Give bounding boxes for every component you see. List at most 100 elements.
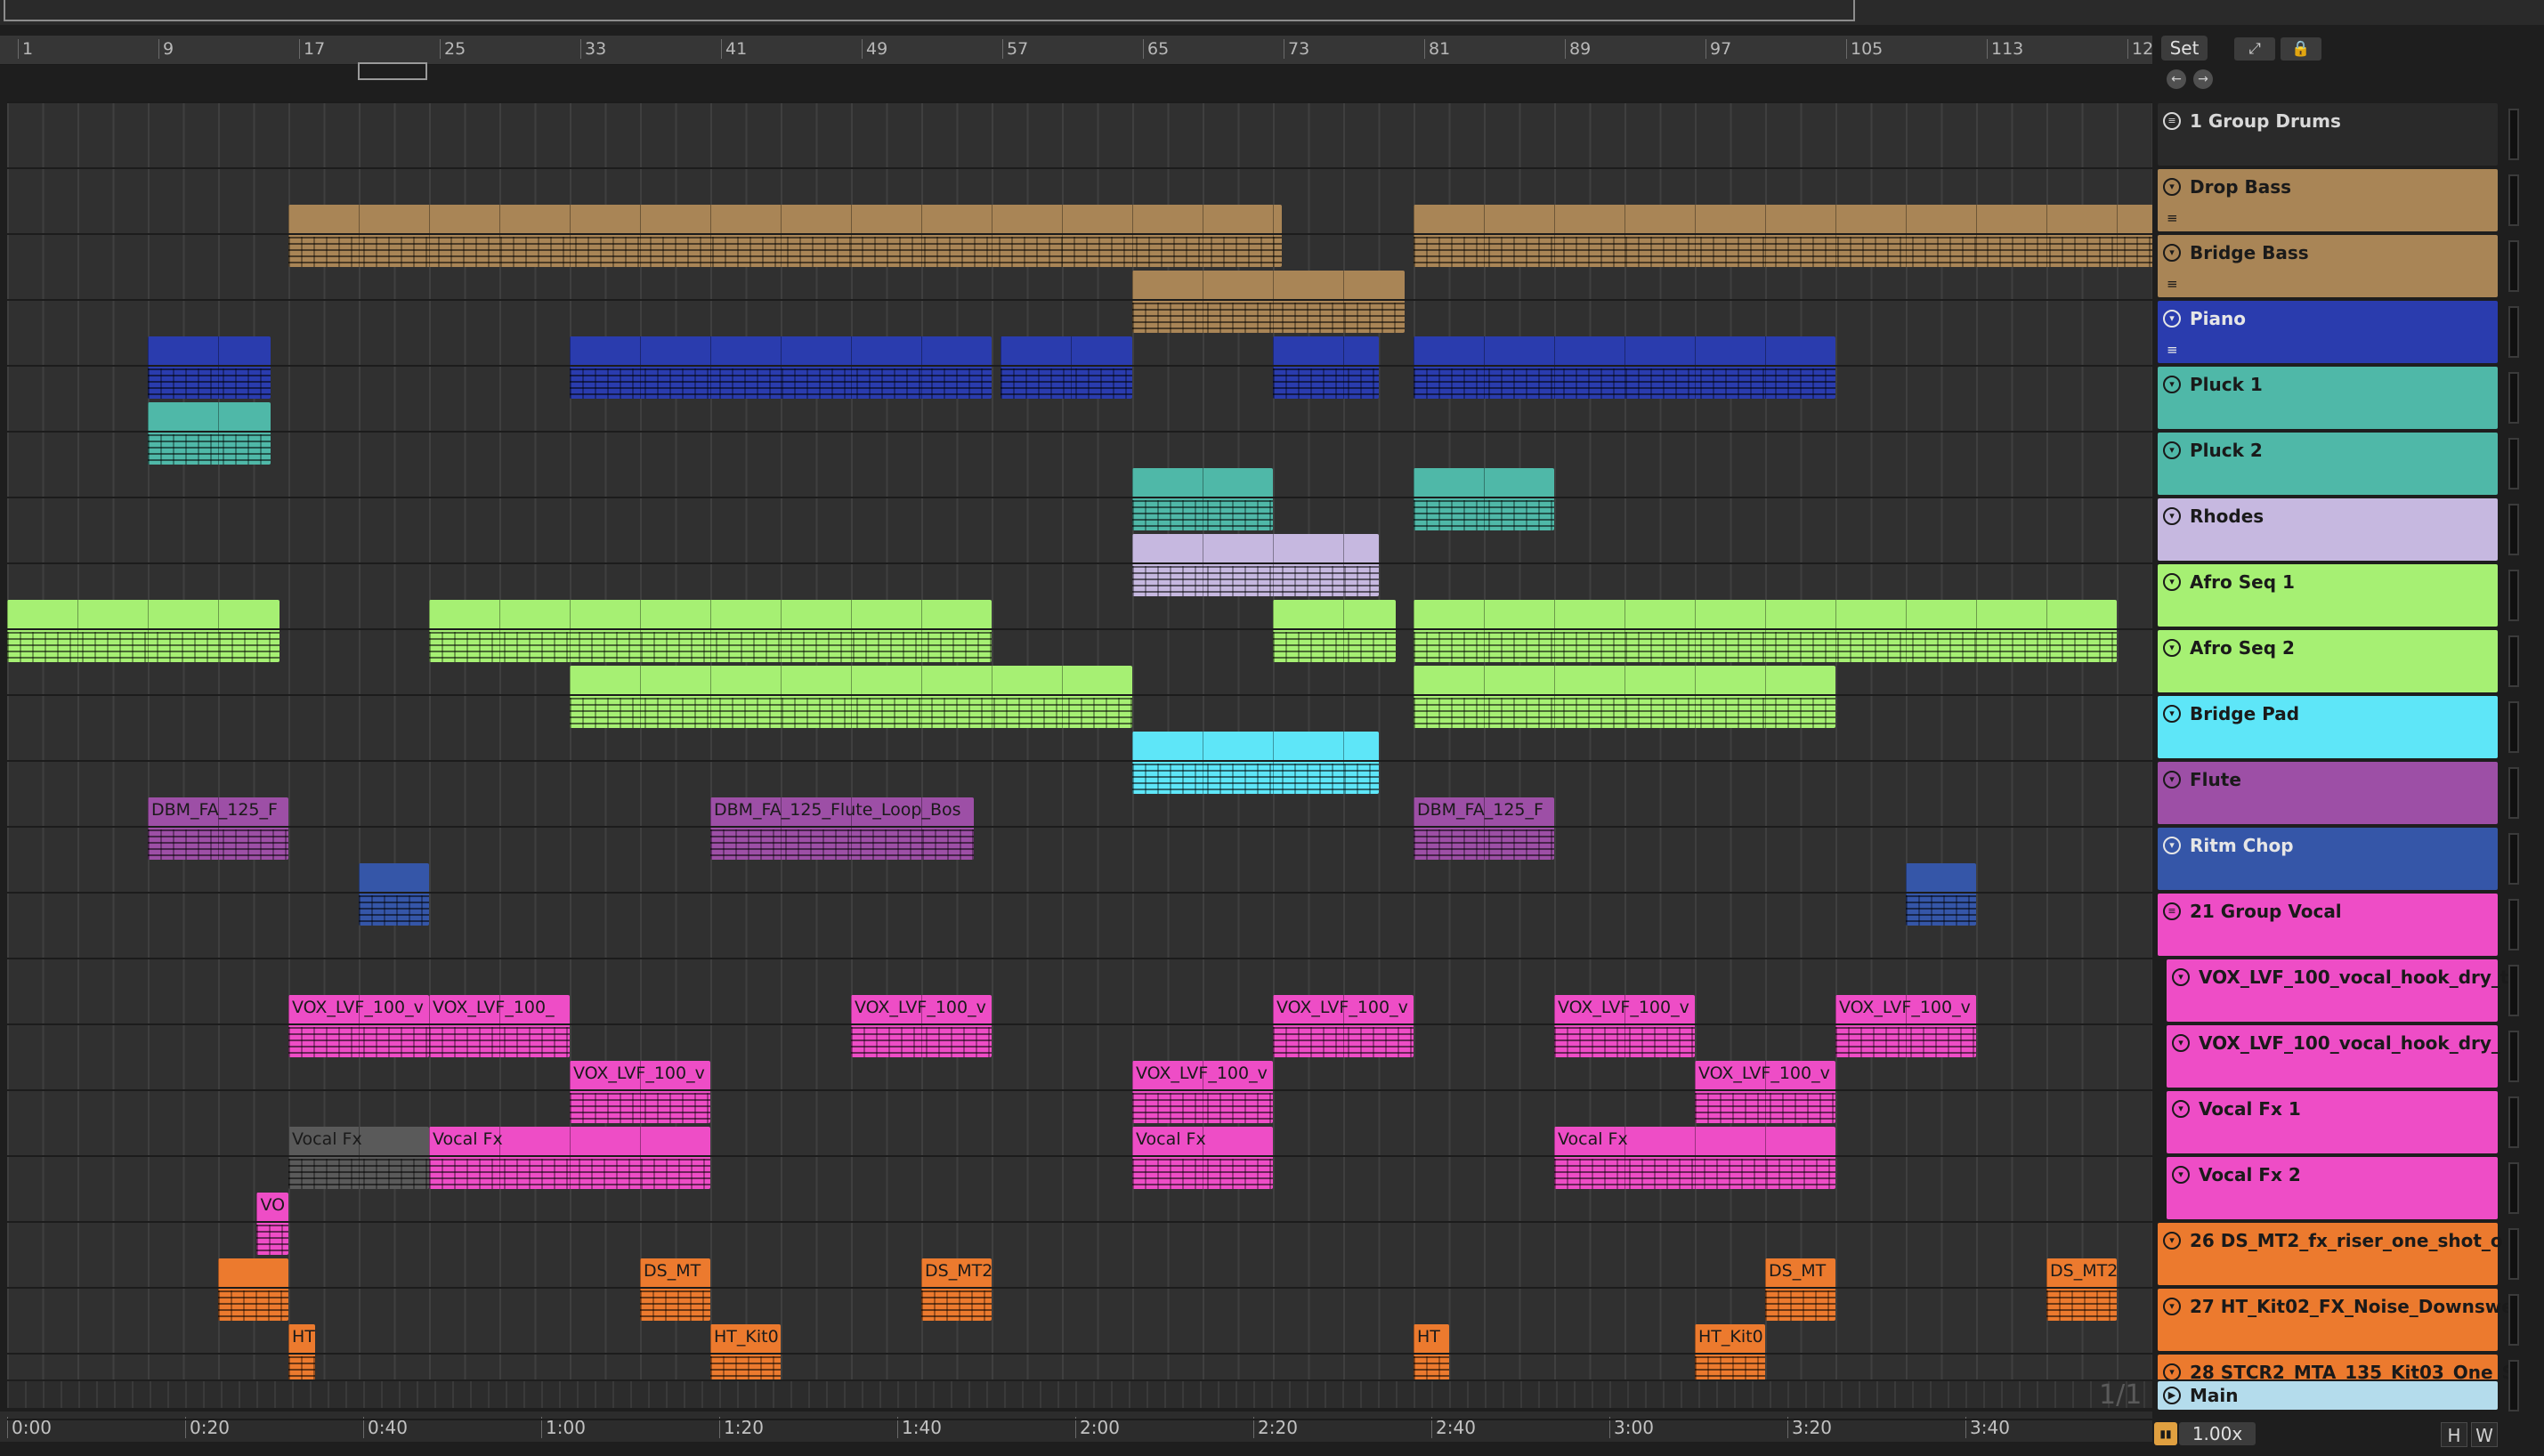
track-fold-icon[interactable]: ▾ (2163, 178, 2181, 196)
fold-arrangement-icon[interactable]: ⤢ (2234, 37, 2275, 61)
clip[interactable] (1273, 600, 1397, 662)
clip[interactable]: VOX_LVF_100_ (429, 995, 570, 1057)
clip[interactable]: DS_MT (1765, 1258, 1835, 1321)
track-name[interactable]: Pluck 2 (2190, 440, 2263, 461)
zoom-control[interactable]: ▮▮ 1.00x (2154, 1422, 2256, 1445)
main-play-icon[interactable]: ▶ (2163, 1387, 2181, 1404)
group-fold-icon[interactable]: ≡ (2163, 902, 2181, 920)
clip[interactable] (148, 402, 271, 465)
track-name[interactable]: 1 Group Drums (2190, 110, 2341, 132)
main-track-name[interactable]: Main (2190, 1385, 2239, 1406)
clip[interactable]: Vocal Fx (288, 1127, 429, 1189)
clip[interactable] (1414, 468, 1554, 530)
clip[interactable]: DBM_FA_125_F (1414, 797, 1554, 860)
track-name[interactable]: 27 HT_Kit02_FX_Noise_Downswe (2190, 1296, 2514, 1317)
track-name[interactable]: Vocal Fx 1 (2199, 1098, 2301, 1120)
track-header[interactable]: ▾ Bridge Pad (2158, 696, 2498, 758)
clip[interactable] (1414, 336, 1835, 399)
clip[interactable] (7, 600, 280, 662)
beat-time-ruler[interactable]: 1 9 17 25 33 41 49 57 65 73 81 89 97 105 113 121 (0, 36, 2164, 65)
clip[interactable]: DBM_FA_125_Flute_Loop_Bos (710, 797, 975, 860)
nav-left-icon[interactable]: ← (2167, 69, 2186, 89)
clip[interactable] (148, 336, 271, 399)
track-fold-icon[interactable]: ▾ (2172, 1166, 2190, 1184)
clip[interactable]: VO (256, 1193, 288, 1255)
track-fold-icon[interactable]: ▾ (2163, 507, 2181, 525)
clip[interactable] (288, 205, 1282, 267)
arrangement-overview[interactable] (0, 0, 2544, 25)
track-header[interactable]: ▾ Ritm Chop (2158, 828, 2498, 890)
clip[interactable] (1414, 600, 2117, 662)
track-header[interactable]: ▾ Pluck 1 (2158, 367, 2498, 429)
track-name[interactable]: VOX_LVF_100_vocal_hook_dry_ (2199, 1032, 2500, 1054)
clip[interactable]: VOX_LVF_100_v (1695, 1061, 1835, 1123)
set-button[interactable]: Set (2161, 36, 2208, 61)
overview-viewport[interactable] (4, 0, 1855, 21)
zoom-value[interactable]: 1.00x (2179, 1422, 2256, 1445)
track-fold-icon[interactable]: ▾ (2163, 1232, 2181, 1250)
clip[interactable] (570, 336, 992, 399)
clip[interactable] (1132, 271, 1406, 333)
clip[interactable]: VOX_LVF_100_v (851, 995, 992, 1057)
clip[interactable]: HT_Kit0 (1695, 1324, 1765, 1387)
track-name[interactable]: 21 Group Vocal (2190, 901, 2342, 922)
track-header[interactable]: ≡ 1 Group Drums (2158, 103, 2498, 166)
track-header[interactable]: ▾ Afro Seq 2 (2158, 630, 2498, 692)
track-name[interactable]: Afro Seq 2 (2190, 637, 2295, 659)
track-header[interactable]: ▾ Drop Bass ≡ (2158, 169, 2498, 231)
w-button[interactable]: W (2471, 1422, 2498, 1447)
track-fold-icon[interactable]: ▾ (2163, 310, 2181, 328)
track-name[interactable]: Drop Bass (2190, 176, 2291, 198)
time-ruler[interactable]: 0:00 0:20 0:40 1:00 1:20 1:40 2:00 2:20 2:40 3:00… (0, 1412, 2152, 1442)
clip[interactable] (570, 666, 1132, 728)
clip[interactable] (1906, 863, 1976, 926)
clip[interactable]: DS_MT (640, 1258, 710, 1321)
clip[interactable] (218, 1258, 288, 1321)
clip[interactable]: DS_MT2 (921, 1258, 992, 1321)
clip[interactable]: HT_Kit0 (710, 1324, 781, 1387)
track-fold-icon[interactable]: ▾ (2163, 244, 2181, 262)
track-fold-icon[interactable]: ▾ (2172, 1100, 2190, 1118)
loop-brace[interactable] (358, 62, 427, 80)
clip[interactable]: HT (288, 1324, 315, 1387)
nav-right-icon[interactable]: → (2193, 69, 2213, 89)
clip[interactable]: Vocal Fx (429, 1127, 710, 1189)
group-fold-icon[interactable]: ≡ (2163, 112, 2181, 130)
track-header[interactable]: ▾ VOX_LVF_100_vocal_hook_dry_t (2167, 959, 2509, 1022)
track-header[interactable]: ▾ Vocal Fx 2 (2167, 1157, 2498, 1219)
clip[interactable] (1000, 336, 1132, 399)
track-header[interactable]: ≡ 21 Group Vocal (2158, 894, 2498, 956)
track-name[interactable]: VOX_LVF_100_vocal_hook_dry_t (2199, 967, 2509, 988)
zoom-icon[interactable]: ▮▮ (2154, 1422, 2177, 1445)
track-options-icon[interactable]: ≡ (2167, 276, 2178, 292)
clip[interactable]: VOX_LVF_100_v (1132, 1061, 1273, 1123)
track-fold-icon[interactable]: ▾ (2163, 573, 2181, 591)
track-fold-icon[interactable]: ▾ (2163, 1363, 2181, 1381)
main-track-header[interactable]: ▶ Main (2158, 1381, 2498, 1410)
track-header[interactable]: ▾ VOX_LVF_100_vocal_hook_dry_ (2167, 1025, 2500, 1088)
clip[interactable] (1132, 732, 1379, 794)
clip[interactable]: VOX_LVF_100_v (1835, 995, 1976, 1057)
track-header[interactable]: ▾ Flute (2158, 762, 2498, 824)
main-track-lane[interactable] (7, 1381, 2152, 1408)
track-header[interactable]: ▾ 27 HT_Kit02_FX_Noise_Downswe (2158, 1289, 2514, 1351)
track-options-icon[interactable]: ≡ (2167, 342, 2178, 358)
track-fold-icon[interactable]: ▾ (2163, 837, 2181, 854)
clip[interactable] (1132, 534, 1379, 596)
track-name[interactable]: Pluck 1 (2190, 374, 2263, 395)
track-fold-icon[interactable]: ▾ (2163, 639, 2181, 657)
lock-icon[interactable]: 🔒 (2281, 37, 2321, 61)
track-name[interactable]: Ritm Chop (2190, 835, 2294, 856)
track-name[interactable]: Bridge Pad (2190, 703, 2299, 724)
track-header[interactable]: ▾ 26 DS_MT2_fx_riser_one_shot_o (2158, 1223, 2503, 1285)
track-name[interactable]: Rhodes (2190, 506, 2264, 527)
track-name[interactable]: 26 DS_MT2_fx_riser_one_shot_o (2190, 1230, 2503, 1251)
clip[interactable]: DBM_FA_125_F (148, 797, 288, 860)
track-header[interactable]: ▾ Vocal Fx 1 (2167, 1091, 2498, 1153)
track-fold-icon[interactable]: ▾ (2163, 771, 2181, 789)
track-name[interactable]: Vocal Fx 2 (2199, 1164, 2301, 1185)
track-header[interactable]: ▾ Bridge Bass ≡ (2158, 235, 2498, 297)
clip[interactable]: DS_MT2 (2046, 1258, 2117, 1321)
track-fold-icon[interactable]: ▾ (2172, 968, 2190, 986)
track-fold-icon[interactable]: ▾ (2163, 441, 2181, 459)
